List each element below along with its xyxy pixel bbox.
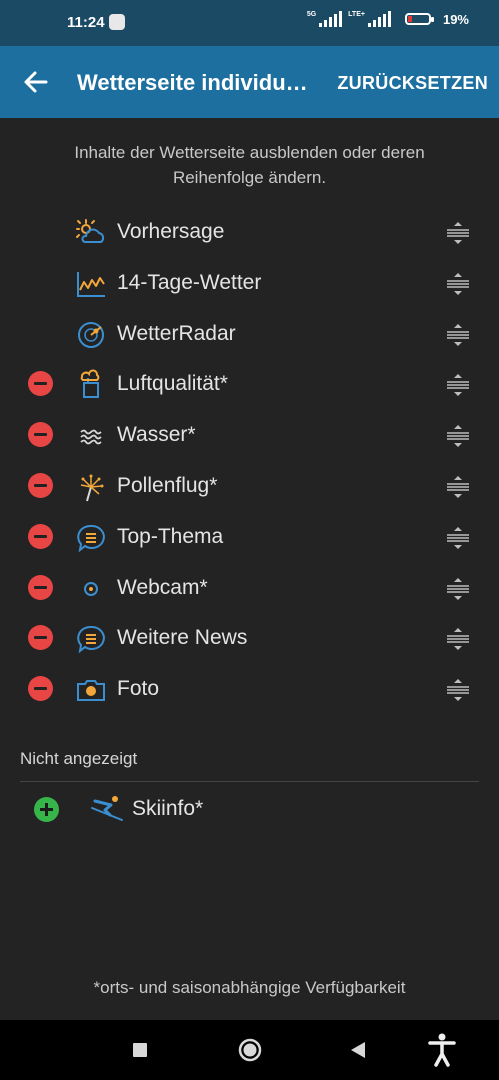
list-item-label: 14-Tage-Wetter [117,270,262,294]
list-item-label: Pollenflug* [117,474,218,497]
intro-text: Inhalte der Wetterseite ausblenden oder … [74,143,425,187]
battery-level: 19% [442,11,469,27]
drag-handle-icon[interactable] [445,221,471,245]
list-item-label: WetterRadar [117,321,236,345]
status-indicators: 5G LTE+ 19% [307,11,469,27]
list-item[interactable]: Pollenflug* [0,461,499,512]
app-bar: Wetterseite individu… ZURÜCKSETZEN [0,46,499,118]
status-bar: 11:24 5G LTE+ 19% [0,0,499,46]
list-item-label: Webcam* [117,575,208,599]
drag-handle-icon[interactable] [445,323,471,347]
list-item[interactable]: 14-Tage-Wetter [0,258,499,309]
list-item[interactable]: Wasser* [0,410,499,461]
drag-handle-icon[interactable] [445,627,471,651]
add-button[interactable] [34,797,59,822]
list-item[interactable]: Top-Thema [0,512,499,563]
chart-icon [77,271,105,297]
list-item-label: Foto [117,677,160,701]
list-item-label: Top-Thema [117,524,224,548]
network-label-1: 5G [306,11,317,18]
chat-icon [77,524,105,553]
factory-icon [80,369,100,399]
drag-handle-icon[interactable] [445,373,471,397]
list-item-label: Weitere News [117,626,248,650]
drag-handle-icon[interactable] [445,475,471,499]
remove-button[interactable] [28,371,53,397]
drag-handle-icon[interactable] [445,424,471,448]
list-item[interactable]: Webcam* [0,563,499,614]
list-item[interactable]: WetterRadar [0,309,499,360]
radar-icon [78,321,104,348]
pollen-icon [80,474,104,502]
back-icon[interactable] [328,1020,388,1080]
remove-button[interactable] [28,676,53,702]
skier-icon [91,796,123,821]
remove-button[interactable] [28,473,53,498]
status-time: 11:24 [67,14,105,31]
list-item[interactable]: Weitere News [0,613,499,664]
hidden-item-label[interactable]: Skiinfo* [132,797,203,821]
water-icon [80,429,102,445]
home-icon[interactable] [220,1020,280,1080]
remove-button[interactable] [28,523,53,549]
page-title: Wetterseite individu… [77,70,308,95]
footnote: *orts- und saisonabhängige Verfügbarkeit [93,978,406,997]
list-item[interactable]: Foto [0,664,499,715]
section-title-hidden: Nicht angezeigt [20,749,138,768]
drag-handle-icon[interactable] [445,577,471,601]
notification-icon [109,14,125,30]
signal-icon-2 [367,11,391,27]
camera-icon [77,680,105,702]
reset-button[interactable]: ZURÜCKSETZEN [337,73,488,94]
list-item[interactable]: Luftqualität* [0,359,499,410]
chat-icon [77,626,105,654]
accessibility-icon[interactable] [412,1020,472,1080]
sun-cloud-icon [76,219,105,243]
remove-button[interactable] [28,574,53,600]
navigation-bar [0,1020,499,1080]
remove-button[interactable] [28,625,53,651]
list-item-label: Wasser* [117,423,196,447]
recent-apps-icon[interactable] [110,1020,170,1080]
network-label-2: LTE+ [348,11,365,18]
signal-icon [319,11,343,27]
battery-icon [404,13,434,25]
list-item-label: Vorhersage [117,220,225,243]
remove-button[interactable] [28,422,53,448]
list-item-label: Luftqualität* [117,372,228,396]
back-arrow-icon[interactable] [20,66,52,98]
drag-handle-icon[interactable] [445,526,471,550]
divider [20,781,479,782]
list-item[interactable]: Vorhersage [0,207,499,258]
drag-handle-icon[interactable] [445,272,471,296]
drag-handle-icon[interactable] [445,678,471,702]
webcam-icon [84,581,98,596]
